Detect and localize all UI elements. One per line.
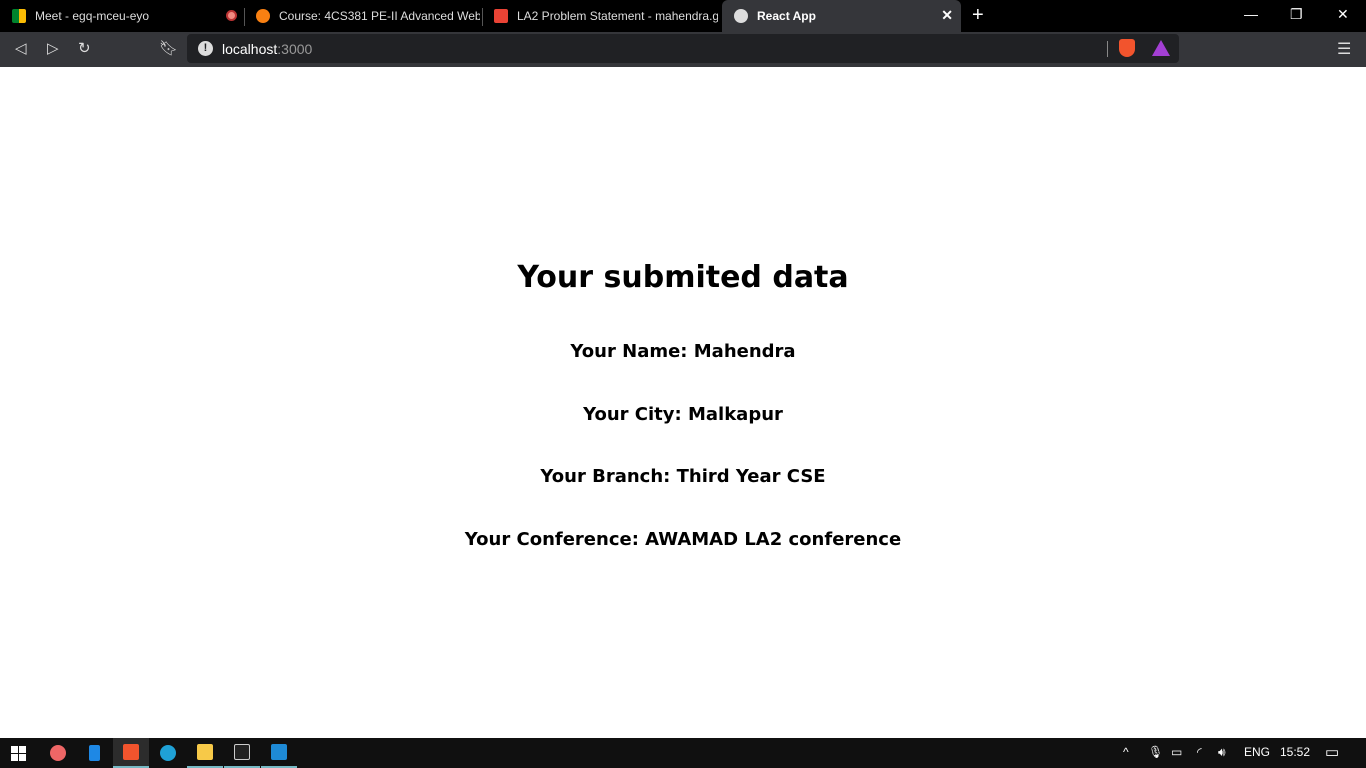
gmail-icon: [494, 9, 508, 23]
volume-icon[interactable]: 🔊︎: [1218, 745, 1226, 760]
menu-icon[interactable]: ☰: [1337, 39, 1351, 59]
tab-title: Course: 4CS381 PE-II Advanced Web a: [279, 9, 480, 23]
tab-title: Meet - egq-mceu-eyo: [35, 9, 150, 23]
brave-rewards-icon[interactable]: [1152, 40, 1170, 56]
recording-icon: [226, 10, 237, 21]
file-explorer-icon[interactable]: [187, 738, 223, 768]
browser-toolbar: ◁ ▷ ↻ 🔖︎ ! localhost:3000 ☰: [0, 32, 1366, 67]
show-hidden-icons[interactable]: ^: [1123, 745, 1129, 759]
tab-course[interactable]: Course: 4CS381 PE-II Advanced Web a: [244, 0, 480, 32]
vscode-icon[interactable]: [261, 738, 297, 768]
city-line: Your City: Malkapur: [583, 404, 783, 425]
bookmark-icon[interactable]: 🔖︎: [159, 39, 178, 57]
google-meet-icon: [12, 9, 26, 23]
globe-icon: [734, 9, 748, 23]
address-bar[interactable]: ! localhost:3000: [187, 34, 1179, 63]
tab-bar: Meet - egq-mceu-eyo Course: 4CS381 PE-II…: [0, 0, 1366, 32]
tab-react-app[interactable]: React App ✕: [722, 0, 961, 32]
back-button[interactable]: ◁: [15, 39, 27, 57]
start-icon[interactable]: [0, 738, 36, 768]
close-tab-icon[interactable]: ✕: [941, 7, 953, 24]
brave-shields-icon[interactable]: [1119, 39, 1135, 57]
tab-title: React App: [757, 9, 816, 23]
tab-title: LA2 Problem Statement - mahendra.g: [517, 9, 718, 23]
minimize-button[interactable]: —: [1244, 6, 1258, 22]
tab-meet[interactable]: Meet - egq-mceu-eyo: [0, 0, 240, 32]
info-icon: !: [198, 41, 213, 56]
microphone-icon[interactable]: 🎙︎: [1148, 745, 1163, 759]
branch-line: Your Branch: Third Year CSE: [540, 466, 826, 487]
notepad-icon[interactable]: [76, 738, 112, 768]
taskbar: ^ 🎙︎ ▭ ◜ 🔊︎ ENG 15:52 ▭: [0, 738, 1366, 768]
forward-button[interactable]: ▷: [47, 39, 59, 57]
page-content: Your submited data Your Name: Mahendra Y…: [0, 67, 1366, 738]
new-tab-button[interactable]: +: [972, 4, 984, 27]
terminal-icon[interactable]: [224, 738, 260, 768]
url-host: localhost: [222, 40, 278, 57]
url-port: :3000: [277, 40, 313, 57]
edge-icon[interactable]: [150, 738, 186, 768]
reload-button[interactable]: ↻: [78, 39, 91, 57]
brave-icon[interactable]: [113, 738, 149, 768]
restore-button[interactable]: ❐: [1290, 6, 1303, 23]
name-line: Your Name: Mahendra: [570, 341, 796, 362]
battery-icon[interactable]: ▭: [1171, 745, 1182, 759]
page-title: Your submited data: [517, 260, 849, 295]
tab-gmail[interactable]: LA2 Problem Statement - mahendra.g: [482, 0, 718, 32]
wifi-icon[interactable]: ◜: [1197, 745, 1202, 759]
moodle-icon: [256, 9, 270, 23]
close-window-button[interactable]: ✕: [1337, 6, 1349, 23]
snipping-tool-icon[interactable]: [40, 738, 76, 768]
conference-line: Your Conference: AWAMAD LA2 conference: [464, 529, 902, 550]
language-indicator[interactable]: ENG: [1244, 745, 1270, 759]
notification-icon[interactable]: ▭: [1325, 743, 1339, 761]
clock[interactable]: 15:52: [1280, 745, 1310, 759]
